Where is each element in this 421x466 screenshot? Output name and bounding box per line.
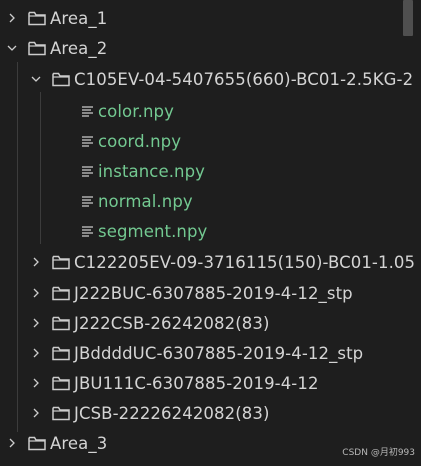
- chevron-right-icon: [30, 407, 42, 419]
- folder-icon: [28, 435, 46, 451]
- folder-icon: [52, 345, 70, 361]
- text-file-icon: [80, 134, 94, 148]
- tree-item-label: JBddddUC-6307885-2019-4-12_stp: [74, 343, 364, 363]
- chevron-right-icon: [30, 377, 42, 389]
- folder-icon: [52, 405, 70, 421]
- tree-item-label: JCSB-22226242082(83): [74, 403, 270, 423]
- chevron-right-icon: [6, 12, 18, 24]
- chevron-right-icon: [30, 317, 42, 329]
- chevron-down-icon: [6, 42, 18, 54]
- folder-icon: [52, 315, 70, 331]
- tree-item-label: coord.npy: [98, 131, 182, 151]
- chevron-right-icon: [30, 256, 42, 268]
- tree-item-label: JBU111C-6307885-2019-4-12: [74, 373, 319, 393]
- tree-item-folder[interactable]: JBU111C-6307885-2019-4-12: [0, 368, 421, 398]
- tree-item-label: Area_1: [50, 8, 108, 28]
- folder-icon: [28, 10, 46, 26]
- scrollbar-thumb[interactable]: [403, 0, 413, 36]
- tree-item-label: C105EV-04-5407655(660)-BC01-2.5KG-2: [74, 69, 414, 89]
- tree-item-folder-c105[interactable]: C105EV-04-5407655(660)-BC01-2.5KG-2: [0, 64, 421, 94]
- tree-item-label: J222BUC-6307885-2019-4-12_stp: [74, 283, 353, 303]
- folder-icon: [52, 375, 70, 391]
- tree-item-folder[interactable]: JBddddUC-6307885-2019-4-12_stp: [0, 338, 421, 368]
- watermark: CSDN @月初993: [342, 448, 415, 458]
- tree-item-file[interactable]: normal.npy: [0, 186, 421, 216]
- vertical-scrollbar[interactable]: [403, 0, 413, 466]
- tree-item-label: Area_3: [50, 433, 108, 453]
- tree-item-folder[interactable]: JCSB-22226242082(83): [0, 398, 421, 428]
- chevron-right-icon: [30, 347, 42, 359]
- chevron-right-icon: [6, 437, 18, 449]
- folder-icon: [28, 40, 46, 56]
- folder-icon: [52, 71, 70, 87]
- tree-item-folder[interactable]: J222CSB-26242082(83): [0, 308, 421, 338]
- tree-item-file[interactable]: coord.npy: [0, 126, 421, 156]
- chevron-right-icon: [30, 287, 42, 299]
- folder-icon: [52, 285, 70, 301]
- tree-item-file[interactable]: instance.npy: [0, 156, 421, 186]
- tree-item-label: instance.npy: [98, 161, 206, 181]
- tree-item-label: J222CSB-26242082(83): [74, 313, 270, 333]
- tree-item-label: C122205EV-09-3716115(150)-BC01-1.05: [74, 252, 416, 272]
- text-file-icon: [80, 224, 94, 238]
- tree-item-label: normal.npy: [98, 191, 193, 211]
- tree-item-file[interactable]: color.npy: [0, 96, 421, 126]
- folder-icon: [52, 254, 70, 270]
- tree-item-label: Area_2: [50, 38, 108, 58]
- tree-item-area-1[interactable]: Area_1: [0, 3, 406, 33]
- tree-item-area-2[interactable]: Area_2: [0, 33, 406, 63]
- text-file-icon: [80, 194, 94, 208]
- tree-item-folder[interactable]: C122205EV-09-3716115(150)-BC01-1.05: [0, 247, 421, 277]
- text-file-icon: [80, 164, 94, 178]
- tree-item-label: segment.npy: [98, 221, 208, 241]
- text-file-icon: [80, 104, 94, 118]
- tree-item-file[interactable]: segment.npy: [0, 216, 421, 246]
- chevron-down-icon: [30, 73, 42, 85]
- file-explorer-tree: Area_1 Area_2 C105EV-04-5407655(660)-BC0…: [0, 0, 421, 466]
- tree-item-label: color.npy: [98, 101, 174, 121]
- tree-item-folder[interactable]: J222BUC-6307885-2019-4-12_stp: [0, 278, 421, 308]
